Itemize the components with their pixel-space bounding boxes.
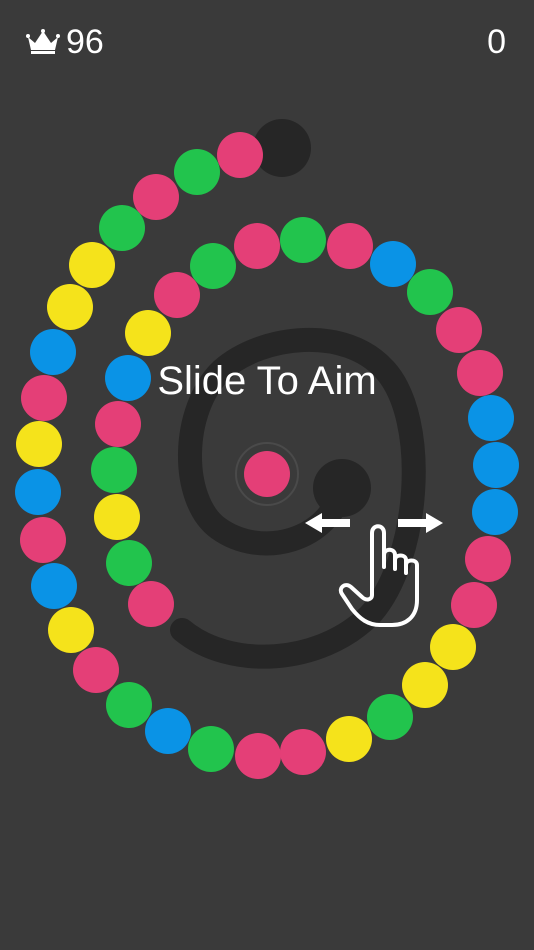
chain-ball-blue: [370, 241, 416, 287]
swipe-left-right-hand-icon: [305, 513, 443, 627]
chain-ball-yellow: [94, 494, 140, 540]
chain-ball-pink: [154, 272, 200, 318]
chain-ball-yellow: [402, 662, 448, 708]
chain-ball-pink: [451, 582, 497, 628]
chain-ball-pink: [457, 350, 503, 396]
chain-ball-blue: [468, 395, 514, 441]
chain-ball-blue: [472, 489, 518, 535]
chain-ball-green: [174, 149, 220, 195]
chain-ball-green: [106, 540, 152, 586]
chain-ball-pink: [234, 223, 280, 269]
chain-ball-green: [99, 205, 145, 251]
chain-ball-pink: [280, 729, 326, 775]
chain-ball-blue: [15, 469, 61, 515]
chain-ball-yellow: [47, 284, 93, 330]
chain-ball-pink: [20, 517, 66, 563]
chain-ball-blue: [105, 355, 151, 401]
shooter-ball[interactable]: [244, 451, 290, 497]
chain-ball-pink: [21, 375, 67, 421]
chain-ball-yellow: [69, 242, 115, 288]
game-screen[interactable]: 96 0 Slide To Aim: [0, 0, 534, 950]
chain-ball-green: [407, 269, 453, 315]
game-board[interactable]: [0, 0, 534, 950]
chain-ball-blue: [31, 563, 77, 609]
chain-ball-green: [106, 682, 152, 728]
chain-ball-yellow: [326, 716, 372, 762]
chain-ball-yellow: [16, 421, 62, 467]
chain-ball-pink: [133, 174, 179, 220]
chain-ball-yellow: [48, 607, 94, 653]
chain-ball-pink: [436, 307, 482, 353]
chain-ball-pink: [73, 647, 119, 693]
chain-ball-pink: [217, 132, 263, 178]
chain-ball-green: [280, 217, 326, 263]
chain-ball-blue: [473, 442, 519, 488]
chain-ball-yellow: [125, 310, 171, 356]
chain-ball-pink: [465, 536, 511, 582]
chain-ball-green: [188, 726, 234, 772]
chain-ball-pink: [327, 223, 373, 269]
chain-ball-pink: [128, 581, 174, 627]
chain-ball-green: [190, 243, 236, 289]
chain-ball-green: [91, 447, 137, 493]
chain-ball-yellow: [430, 624, 476, 670]
chain-ball-green: [367, 694, 413, 740]
chain-ball-blue: [145, 708, 191, 754]
chain-ball-pink: [95, 401, 141, 447]
chain-ball-blue: [30, 329, 76, 375]
chain-ball-pink: [235, 733, 281, 779]
